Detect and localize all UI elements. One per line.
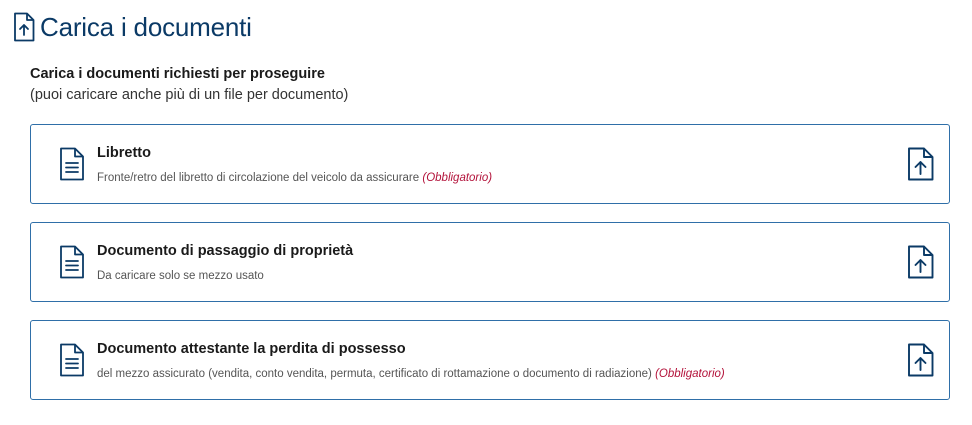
intro-text: Carica i documenti richiesti per prosegu… <box>30 64 348 106</box>
required-label: (Obbligatorio) <box>422 172 493 184</box>
upload-file-icon[interactable] <box>907 245 935 279</box>
page-header: Carica i documenti <box>12 10 252 44</box>
document-title: Documento attestante la perdita di posse… <box>97 341 406 357</box>
document-icon <box>60 245 84 279</box>
document-card-perdita-possesso: Documento attestante la perdita di posse… <box>30 320 950 400</box>
document-description: del mezzo assicurato (vendita, conto ven… <box>97 368 725 380</box>
intro-heading: Carica i documenti richiesti per prosegu… <box>30 66 325 82</box>
intro-subheading: (puoi caricare anche più di un file per … <box>30 87 349 103</box>
upload-file-icon[interactable] <box>907 343 935 377</box>
document-title: Documento di passaggio di proprietà <box>97 243 354 259</box>
upload-file-icon[interactable] <box>907 147 935 181</box>
document-card-passaggio-proprieta: Documento di passaggio di proprietà Da c… <box>30 222 950 302</box>
page-title: Carica i documenti <box>40 11 252 42</box>
file-upload-icon <box>14 12 35 42</box>
document-icon <box>60 147 84 181</box>
document-title: Libretto <box>97 145 151 161</box>
upload-documents-page: Carica i documenti Carica i documenti ri… <box>0 0 972 425</box>
document-card-libretto: Libretto Fronte/retro del libretto di ci… <box>30 124 950 204</box>
required-label: (Obbligatorio) <box>655 368 725 380</box>
document-icon <box>60 343 84 377</box>
document-description: Fronte/retro del libretto di circolazion… <box>97 172 493 184</box>
document-description: Da caricare solo se mezzo usato <box>97 270 264 282</box>
